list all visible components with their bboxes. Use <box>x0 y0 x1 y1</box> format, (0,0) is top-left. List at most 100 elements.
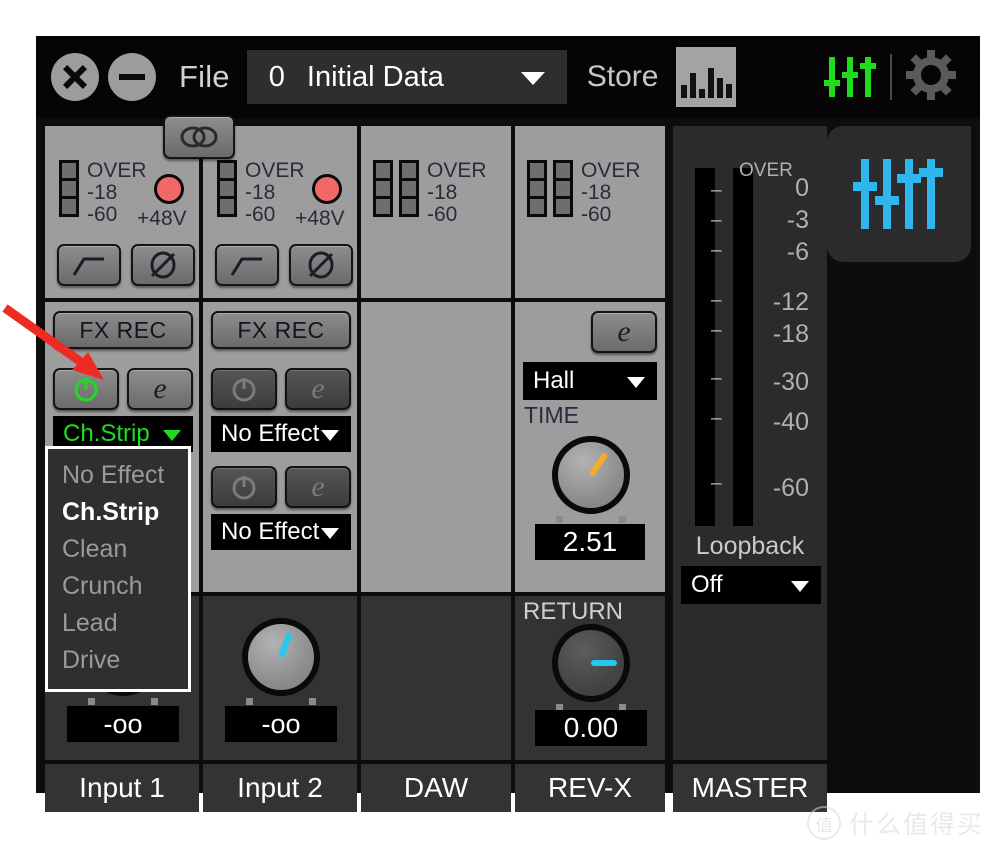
ch1-highpass-button[interactable] <box>57 244 121 286</box>
channel-tab-input-1[interactable]: Input 1 <box>45 764 199 812</box>
daw-mid-label: -18 <box>427 182 487 204</box>
edit-e-icon: e <box>311 372 324 406</box>
dropdown-option-1[interactable]: Ch.Strip <box>48 494 188 531</box>
ch2-effect-edit-button-2[interactable]: e <box>285 466 351 508</box>
revx-return-knob[interactable] <box>552 624 630 702</box>
close-button[interactable] <box>51 53 99 101</box>
file-menu[interactable]: File <box>179 59 230 95</box>
revx-fx-panel: e Hall TIME 2.51 <box>515 302 665 592</box>
ch1-phantom-led[interactable] <box>154 174 184 204</box>
ch2-highpass-button[interactable] <box>215 244 279 286</box>
master-scale-5: -30 <box>731 368 809 397</box>
gear-settings-icon[interactable] <box>906 50 956 105</box>
dropdown-option-2[interactable]: Clean <box>48 531 188 568</box>
fader-mixer-blue-icon <box>853 154 945 234</box>
revx-edit-button[interactable]: e <box>591 311 657 353</box>
ch2-effect-power-button-1[interactable] <box>211 368 277 410</box>
ch2-fx-rec-button[interactable]: FX REC <box>211 311 351 349</box>
ch1-phase-button[interactable] <box>131 244 195 286</box>
master-tab[interactable]: MASTER <box>673 764 827 812</box>
phase-invert-icon <box>148 250 178 280</box>
ch1-over-label: OVER <box>87 160 147 182</box>
ch1-level-value: -oo <box>67 706 179 742</box>
scene-number: 0 <box>269 61 285 94</box>
ch2-led-meter <box>217 160 237 217</box>
watermark-text: 什么值得买 <box>849 805 984 841</box>
store-button[interactable]: Store <box>587 60 659 94</box>
ch1-effect-value: Ch.Strip <box>63 420 150 448</box>
effect-dropdown-menu[interactable]: No Effect Ch.Strip Clean Crunch Lead Dri… <box>45 446 191 692</box>
minimize-icon <box>119 74 145 80</box>
chevron-down-icon <box>163 430 181 441</box>
level-meter-button[interactable] <box>676 47 736 107</box>
chevron-down-icon <box>627 377 645 388</box>
chevron-down-icon <box>321 528 339 539</box>
master-scale-3: -12 <box>731 288 809 317</box>
revx-return-panel: RETURN 0.00 <box>515 596 665 760</box>
ch1-led-meter <box>59 160 79 217</box>
app-window: File 0 Initial Data Store <box>36 36 980 793</box>
master-scale-7: -60 <box>731 474 809 503</box>
master-fader-view-tab[interactable] <box>827 126 971 262</box>
scene-name: Initial Data <box>307 61 444 94</box>
master-scale-6: -40 <box>731 408 809 437</box>
chevron-down-icon <box>521 72 545 85</box>
power-off-icon <box>230 375 258 403</box>
edit-e-icon: e <box>311 470 324 504</box>
master-panel: – – – – – – – – OVER 0 -3 -6 -12 -18 -30 <box>673 126 827 760</box>
ch2-effect-edit-button-1[interactable]: e <box>285 368 351 410</box>
revx-time-knob[interactable] <box>552 436 630 514</box>
master-scale-0: 0 <box>731 174 809 203</box>
highpass-filter-icon <box>72 253 106 277</box>
daw-fader-panel <box>361 596 511 760</box>
revx-return-label: RETURN <box>523 598 623 626</box>
revx-type-select[interactable]: Hall <box>523 362 657 400</box>
ch2-level-knob[interactable] <box>242 618 320 696</box>
dropdown-option-4[interactable]: Lead <box>48 605 188 642</box>
channel-2-fader-panel: -oo <box>203 596 357 760</box>
daw-led-meter-r <box>399 160 419 217</box>
ch2-phantom-led[interactable] <box>312 174 342 204</box>
loopback-select[interactable]: Off <box>681 566 821 604</box>
daw-fx-panel <box>361 302 511 592</box>
ch1-phantom-label: +48V <box>137 208 187 230</box>
ch2-effect-value-1: No Effect <box>221 420 319 448</box>
revx-meter-panel: OVER -18 -60 <box>515 126 665 298</box>
daw-meter-panel: OVER -18 -60 <box>361 126 511 298</box>
channel-tab-daw[interactable]: DAW <box>361 764 511 812</box>
channel-tab-revx[interactable]: REV-X <box>515 764 665 812</box>
dropdown-option-0[interactable]: No Effect <box>48 457 188 494</box>
power-off-icon <box>230 473 258 501</box>
ch2-effect-power-button-2[interactable] <box>211 466 277 508</box>
ch2-effect-select-2[interactable]: No Effect <box>211 514 351 550</box>
dropdown-option-5[interactable]: Drive <box>48 642 188 679</box>
daw-over-label: OVER <box>427 160 487 182</box>
master-scale-4: -18 <box>731 320 809 349</box>
level-meter-icon <box>681 62 732 98</box>
phase-invert-icon <box>306 250 336 280</box>
fader-mixer-icon[interactable] <box>824 54 876 100</box>
minimize-button[interactable] <box>108 53 156 101</box>
dropdown-option-3[interactable]: Crunch <box>48 568 188 605</box>
ch2-effect-value-2: No Effect <box>221 518 319 546</box>
titlebar-right-group <box>824 50 980 105</box>
chevron-down-icon <box>791 581 809 592</box>
ch2-phase-button[interactable] <box>289 244 353 286</box>
revx-low-label: -60 <box>581 204 641 226</box>
master-scale-2: -6 <box>731 238 809 267</box>
daw-low-label: -60 <box>427 204 487 226</box>
revx-time-label: TIME <box>524 404 579 426</box>
master-scale-1: -3 <box>731 206 809 235</box>
screenshot-root: File 0 Initial Data Store <box>0 0 998 851</box>
revx-led-meter-l <box>527 160 547 217</box>
daw-led-meter-l <box>373 160 393 217</box>
scene-select[interactable]: 0 Initial Data <box>247 50 567 104</box>
channel-tab-input-2[interactable]: Input 2 <box>203 764 357 812</box>
watermark: 值 什么值得买 <box>807 805 984 841</box>
channel-link-button[interactable] <box>163 115 235 159</box>
mixer-body: OVER -18 -60 +48V <box>36 118 980 793</box>
highpass-filter-icon <box>230 253 264 277</box>
loopback-label: Loopback <box>673 532 827 561</box>
ch2-effect-select-1[interactable]: No Effect <box>211 416 351 452</box>
edit-e-icon: e <box>153 372 166 406</box>
